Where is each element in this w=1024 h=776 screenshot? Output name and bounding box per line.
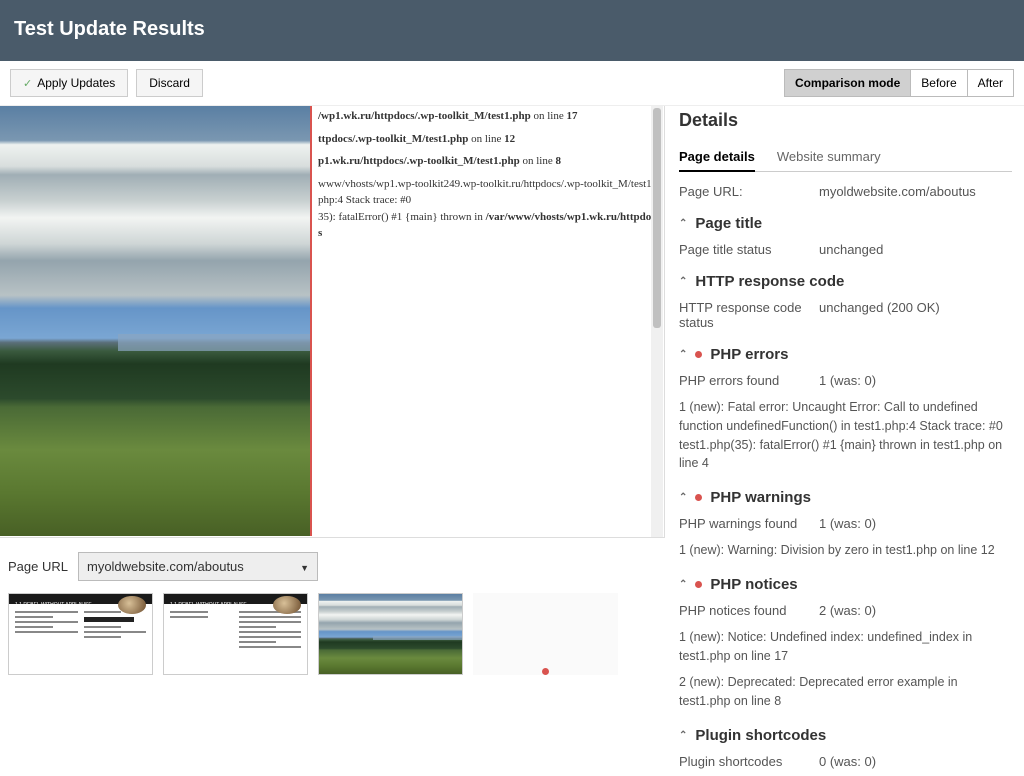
page-title: Test Update Results [14,18,1010,41]
page-url-value: myoldwebsite.com/aboutus [87,559,244,574]
mode-after-button[interactable]: After [968,70,1013,96]
details-heading: Details [679,110,1012,131]
left-pane: /wp1.wk.ru/httpdocs/.wp-toolkit_M/test1.… [0,106,665,776]
mode-before-button[interactable]: Before [911,70,967,96]
section-page-title[interactable]: ⌃ Page title [679,215,1012,232]
apply-updates-button[interactable]: ✓ Apply Updates [10,69,128,97]
view-mode-toggle: Comparison mode Before After [784,69,1014,97]
page-url-value: myoldwebsite.com/aboutus [819,184,976,199]
apply-label: Apply Updates [37,76,115,90]
tab-page-details[interactable]: Page details [679,143,755,172]
status-dot-icon [542,668,549,675]
chevron-up-icon: ⌃ [679,579,687,590]
preview-pane: /wp1.wk.ru/httpdocs/.wp-toolkit_M/test1.… [0,106,665,538]
thumbnail-1[interactable]: 1.1 REBEL WITHOUT APPLAUSE [8,593,153,675]
section-http-code[interactable]: ⌃ HTTP response code [679,273,1012,290]
details-tabs: Page details Website summary [679,143,1012,172]
section-php-notices[interactable]: ⌃ PHP notices [679,576,1012,593]
php-warnings-detail: 1 (new): Warning: Division by zero in te… [679,541,1012,560]
discard-button[interactable]: Discard [136,69,203,97]
tab-website-summary[interactable]: Website summary [777,143,881,171]
details-panel: Details Page details Website summary Pag… [665,106,1024,776]
page-url-row: Page URL myoldwebsite.com/aboutus [0,538,665,587]
preview-before-image [0,106,312,536]
discard-label: Discard [149,76,190,90]
page-url-select[interactable]: myoldwebsite.com/aboutus [78,552,318,581]
thumbnail-4[interactable] [473,593,618,675]
preview-after-content: /wp1.wk.ru/httpdocs/.wp-toolkit_M/test1.… [312,106,664,537]
php-notices-detail-2: 2 (new): Deprecated: Deprecated error ex… [679,673,1012,711]
php-errors-detail: 1 (new): Fatal error: Uncaught Error: Ca… [679,398,1012,473]
toolbar: ✓ Apply Updates Discard Comparison mode … [0,61,1024,106]
section-php-errors[interactable]: ⌃ PHP errors [679,346,1012,363]
page-url-label: Page URL [8,559,68,574]
error-dot-icon [695,351,702,358]
chevron-up-icon: ⌃ [679,492,687,503]
page-header: Test Update Results [0,0,1024,61]
error-dot-icon [695,494,702,501]
chevron-up-icon: ⌃ [679,349,687,360]
section-plugin-shortcodes[interactable]: ⌃ Plugin shortcodes [679,727,1012,744]
php-notices-detail-1: 1 (new): Notice: Undefined index: undefi… [679,628,1012,666]
thumbnail-strip: 1.1 REBEL WITHOUT APPLAUSE 1.1 REBEL WIT… [0,587,665,681]
thumbnail-2[interactable]: 1.1 REBEL WITHOUT APPLAUSE [163,593,308,675]
chevron-up-icon: ⌃ [679,218,687,229]
section-php-warnings[interactable]: ⌃ PHP warnings [679,489,1012,506]
chevron-up-icon: ⌃ [679,730,687,741]
error-dot-icon [695,581,702,588]
preview-scrollbar[interactable] [651,106,663,537]
thumbnail-3[interactable] [318,593,463,675]
mode-comparison-button[interactable]: Comparison mode [785,70,911,96]
chevron-up-icon: ⌃ [679,276,687,287]
check-icon: ✓ [23,77,32,90]
page-url-key: Page URL: [679,184,819,199]
